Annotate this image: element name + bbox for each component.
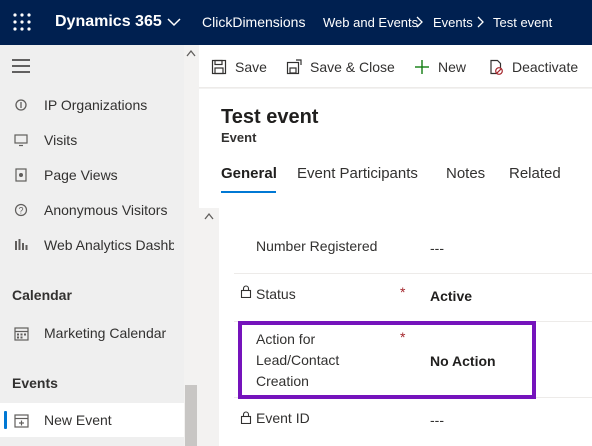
sidebar-item-page-views[interactable]: Page Views	[0, 158, 184, 192]
ip-organization-icon	[13, 97, 29, 113]
save-close-icon	[286, 58, 302, 74]
breadcrumb-area[interactable]: Web and Events	[323, 15, 418, 30]
app-launcher-icon[interactable]	[12, 12, 32, 32]
required-marker: *	[400, 284, 406, 300]
hamburger-menu-icon[interactable]	[12, 59, 30, 73]
sidebar-item-label: New Event	[44, 412, 112, 428]
sidebar-item-web-analytics-dashboard[interactable]: Web Analytics Dashboard	[0, 228, 184, 262]
field-status: Status * Active	[234, 274, 592, 322]
field-label: Number Registered	[256, 238, 378, 254]
field-event-id: Event ID ---	[234, 398, 592, 446]
status-value[interactable]: Active	[430, 288, 472, 304]
sidebar-item-ip-organizations[interactable]: IP Organizations	[0, 88, 184, 122]
command-bar: Save Save & Close New Deactivate	[199, 45, 592, 88]
scroll-up-icon[interactable]	[186, 49, 196, 57]
sidebar-item-anonymous-visitors[interactable]: ? Anonymous Visitors	[0, 193, 184, 227]
field-number-registered: Number Registered ---	[234, 226, 592, 274]
event-id-value[interactable]: ---	[430, 412, 444, 428]
deactivate-button[interactable]: Deactivate	[488, 45, 578, 88]
monitor-icon	[13, 132, 29, 148]
save-button[interactable]: Save	[211, 45, 267, 88]
top-navigation-bar: Dynamics 365 ClickDimensions Web and Eve…	[0, 0, 592, 45]
sidebar-item-label: Anonymous Visitors	[44, 202, 168, 218]
field-label: Status	[256, 286, 296, 302]
page-view-icon	[13, 167, 29, 183]
breadcrumb-app-area[interactable]: ClickDimensions	[202, 14, 305, 30]
calendar-icon	[13, 325, 29, 341]
sidebar-item-label: Marketing Calendar	[44, 325, 167, 341]
breadcrumb-separator-icon	[477, 16, 484, 28]
number-registered-value[interactable]: ---	[430, 240, 444, 256]
tab-general[interactable]: General	[221, 165, 277, 182]
scroll-up-icon[interactable]	[204, 212, 214, 220]
sidebar-item-new-event[interactable]: New Event	[0, 403, 184, 437]
save-and-close-button[interactable]: Save & Close	[286, 45, 395, 88]
sidebar-section-events: Events	[12, 375, 58, 391]
anonymous-visitor-icon: ?	[13, 202, 29, 218]
svg-text:?: ?	[18, 206, 23, 216]
form-scrollbar[interactable]	[199, 208, 219, 446]
chevron-down-icon[interactable]	[165, 13, 183, 31]
field-label: Event ID	[256, 410, 310, 426]
lock-icon	[240, 285, 252, 298]
breadcrumb-record: Test event	[493, 15, 553, 30]
tab-event-participants[interactable]: Event Participants	[297, 165, 418, 182]
record-header: Test event Event General Event Participa…	[199, 89, 592, 208]
save-button-label: Save	[235, 58, 267, 75]
save-and-close-label: Save & Close	[310, 58, 395, 75]
sidebar-item-label: IP Organizations	[44, 97, 148, 113]
sidebar-item-label: Web Analytics Dashboard	[44, 237, 174, 253]
breadcrumb-entity[interactable]: Events	[433, 15, 473, 30]
lock-icon	[240, 411, 252, 424]
highlight-annotation-box	[238, 321, 536, 399]
breadcrumb-separator-icon	[416, 16, 423, 28]
active-tab-indicator	[221, 191, 276, 193]
app-name[interactable]: Dynamics 365	[55, 13, 162, 31]
sidebar-item-visits[interactable]: Visits	[0, 123, 184, 157]
sidebar-item-label: Page Views	[44, 167, 118, 183]
tab-notes[interactable]: Notes	[446, 165, 485, 182]
new-button-label: New	[438, 58, 467, 75]
sidebar-scrollbar[interactable]	[184, 45, 198, 446]
deactivate-icon	[490, 59, 503, 75]
deactivate-button-label: Deactivate	[512, 58, 579, 75]
save-icon	[211, 59, 227, 74]
new-event-icon	[13, 412, 29, 428]
plus-icon	[415, 59, 429, 74]
scrollbar-thumb[interactable]	[185, 385, 197, 446]
record-entity-name: Event	[221, 130, 257, 145]
record-title: Test event	[221, 106, 319, 128]
tab-related[interactable]: Related	[509, 165, 561, 182]
sidebar-item-marketing-calendar[interactable]: Marketing Calendar	[0, 316, 184, 350]
sidebar-item-label: Visits	[44, 132, 78, 148]
sitemap-sidebar: IP Organizations Visits Page Views ? Ano…	[0, 45, 198, 446]
sidebar-section-calendar: Calendar	[12, 287, 72, 303]
new-button[interactable]: New	[414, 45, 466, 88]
analytics-icon	[13, 237, 29, 253]
